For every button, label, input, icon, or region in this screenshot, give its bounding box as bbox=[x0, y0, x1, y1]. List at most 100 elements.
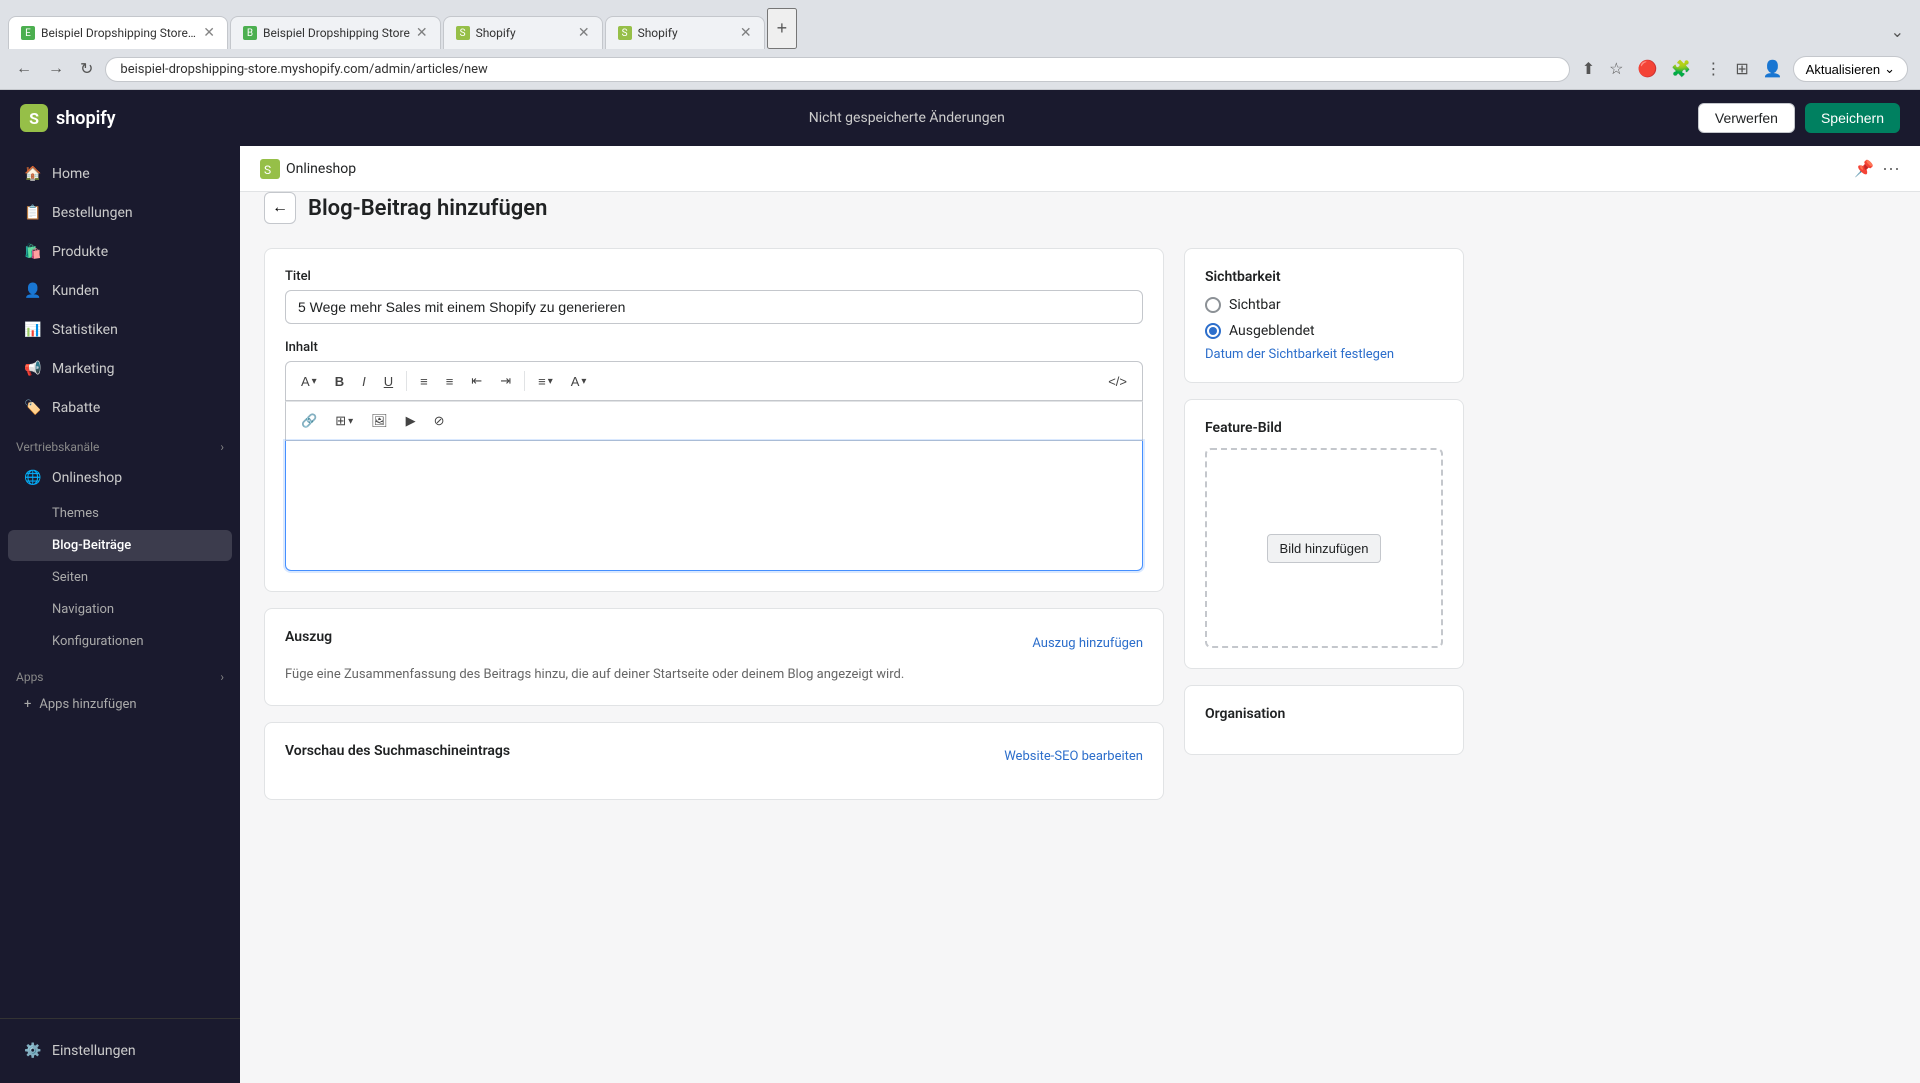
browser-tab-2[interactable]: B Beispiel Dropshipping Store ✕ bbox=[230, 16, 441, 49]
verwerfen-button[interactable]: Verwerfen bbox=[1698, 103, 1795, 133]
date-visibility-link[interactable]: Datum der Sichtbarkeit festlegen bbox=[1205, 347, 1443, 362]
sidebar-sub-themes[interactable]: Themes bbox=[8, 498, 232, 529]
sidebar-label-navigation: Navigation bbox=[52, 602, 114, 617]
sidebar-item-bestellungen[interactable]: 📋 Bestellungen bbox=[8, 194, 232, 232]
vertriebskanaele-section[interactable]: Vertriebskanäle › bbox=[0, 428, 240, 458]
title-input[interactable] bbox=[285, 290, 1143, 324]
profile-icon[interactable]: 👤 bbox=[1759, 55, 1787, 83]
toolbar-separator-2 bbox=[524, 371, 525, 391]
address-bar[interactable]: beispiel-dropshipping-store.myshopify.co… bbox=[105, 57, 1569, 82]
indent-left-button[interactable]: ⇤ bbox=[464, 368, 489, 394]
sidebar-sub-blog-beitraege[interactable]: Blog-Beiträge bbox=[8, 530, 232, 561]
bold-button[interactable]: B bbox=[328, 369, 351, 394]
tab-close-3[interactable]: ✕ bbox=[578, 25, 590, 41]
feature-bild-upload-area[interactable]: Bild hinzufügen bbox=[1205, 448, 1443, 648]
auszug-add-link[interactable]: Auszug hinzufügen bbox=[1032, 636, 1143, 651]
pin-button[interactable]: 📌 bbox=[1854, 159, 1874, 179]
embed-button[interactable]: ⊘ bbox=[427, 408, 452, 434]
plus-icon: + bbox=[24, 697, 31, 712]
tab-favicon-3: S bbox=[456, 26, 470, 40]
back-button[interactable]: ← bbox=[264, 192, 296, 224]
indent-right-button[interactable]: ⇥ bbox=[493, 368, 518, 394]
tab-title-4: Shopify bbox=[638, 26, 734, 40]
apps-section[interactable]: Apps › bbox=[0, 658, 240, 688]
radio-label-ausgeblendet: Ausgeblendet bbox=[1229, 323, 1315, 339]
sidebar-item-marketing[interactable]: 📢 Marketing bbox=[8, 350, 232, 388]
radio-ausgeblendet[interactable]: Ausgeblendet bbox=[1205, 323, 1443, 339]
list-unordered-button[interactable]: ≡ bbox=[413, 369, 435, 394]
image-button[interactable]: 🖼 bbox=[364, 408, 395, 434]
browser-tabs: E Beispiel Dropshipping Store · E... ✕ B… bbox=[0, 0, 1920, 49]
sidebar-item-rabatte[interactable]: 🏷️ Rabatte bbox=[8, 389, 232, 427]
italic-button[interactable]: I bbox=[355, 369, 373, 394]
bookmark-icon[interactable]: ☆ bbox=[1605, 55, 1627, 83]
sidebar-sub-navigation[interactable]: Navigation bbox=[8, 594, 232, 625]
seo-edit-link[interactable]: Website-SEO bearbeiten bbox=[1004, 749, 1143, 764]
apps-add-label: Apps hinzufügen bbox=[39, 697, 136, 712]
tab-title-1: Beispiel Dropshipping Store · E... bbox=[41, 26, 197, 40]
tab-favicon-1: E bbox=[21, 26, 35, 40]
source-code-button[interactable]: </> bbox=[1101, 369, 1134, 394]
reload-nav-button[interactable]: ↻ bbox=[76, 55, 97, 83]
new-tab-button[interactable]: + bbox=[767, 8, 798, 49]
browser-tab-3[interactable]: S Shopify ✕ bbox=[443, 16, 603, 49]
sidebar-sub-konfigurationen[interactable]: Konfigurationen bbox=[8, 626, 232, 657]
tab-favicon-2: B bbox=[243, 26, 257, 40]
sichtbarkeit-radio-group: Sichtbar Ausgeblendet bbox=[1205, 297, 1443, 339]
home-icon: 🏠 bbox=[24, 165, 42, 183]
editor-toolbar-row2: 🔗 ⊞ ▾ 🖼 ▶ ⊘ bbox=[285, 401, 1143, 441]
share-icon[interactable]: ⬆ bbox=[1578, 55, 1599, 83]
back-nav-button[interactable]: ← bbox=[12, 56, 36, 82]
tab-overflow-arrow[interactable]: ⌄ bbox=[1883, 14, 1912, 49]
tab-title-2: Beispiel Dropshipping Store bbox=[263, 26, 410, 40]
extension-icon[interactable]: 🔴 bbox=[1633, 55, 1661, 83]
sichtbarkeit-card: Sichtbarkeit Sichtbar Ausgeblendet bbox=[1184, 248, 1464, 383]
align-button[interactable]: ≡ ▾ bbox=[531, 369, 560, 394]
link-button[interactable]: 🔗 bbox=[294, 408, 324, 434]
puzzle-icon[interactable]: 🧩 bbox=[1667, 55, 1695, 83]
sidebar-item-statistiken[interactable]: 📊 Statistiken bbox=[8, 311, 232, 349]
browser-tab-4[interactable]: S Shopify ✕ bbox=[605, 16, 765, 49]
text-format-button[interactable]: A ▾ bbox=[294, 369, 324, 394]
marketing-icon: 📢 bbox=[24, 360, 42, 378]
sidebar-item-produkte[interactable]: 🛍️ Produkte bbox=[8, 233, 232, 271]
sichtbarkeit-title: Sichtbarkeit bbox=[1205, 269, 1443, 285]
sidebar-label-home: Home bbox=[52, 166, 90, 182]
text-color-button[interactable]: A ▾ bbox=[564, 369, 594, 394]
sidebar-sub-seiten[interactable]: Seiten bbox=[8, 562, 232, 593]
grid-icon[interactable]: ⊞ bbox=[1731, 55, 1752, 83]
apps-add-button[interactable]: + Apps hinzufügen bbox=[8, 689, 232, 720]
tab-close-2[interactable]: ✕ bbox=[416, 25, 428, 41]
title-card: Titel Inhalt A ▾ B I U ≡ ≡ bbox=[264, 248, 1164, 592]
feature-bild-add-button[interactable]: Bild hinzufügen bbox=[1267, 534, 1382, 563]
expand-icon: › bbox=[220, 440, 224, 454]
sidebar-item-home[interactable]: 🏠 Home bbox=[8, 155, 232, 193]
speichern-button[interactable]: Speichern bbox=[1805, 103, 1900, 133]
browser-tab-1[interactable]: E Beispiel Dropshipping Store · E... ✕ bbox=[8, 16, 228, 49]
underline-button[interactable]: U bbox=[377, 369, 400, 394]
update-button[interactable]: Aktualisieren ⌄ bbox=[1793, 56, 1908, 82]
radio-sichtbar[interactable]: Sichtbar bbox=[1205, 297, 1443, 313]
sidebar: 🏠 Home 📋 Bestellungen 🛍️ Produkte 👤 Kund… bbox=[0, 146, 240, 1083]
shopify-app: S shopify Nicht gespeicherte Änderungen … bbox=[0, 90, 1920, 1083]
forward-nav-button[interactable]: → bbox=[44, 56, 68, 82]
apps-label: Apps bbox=[16, 670, 44, 684]
tab-close-4[interactable]: ✕ bbox=[740, 25, 752, 41]
sidebar-item-einstellungen[interactable]: ⚙️ Einstellungen bbox=[8, 1032, 232, 1070]
feature-bild-title: Feature-Bild bbox=[1205, 420, 1443, 436]
table-button[interactable]: ⊞ ▾ bbox=[328, 408, 360, 434]
logo-text: shopify bbox=[56, 108, 116, 129]
tab-close-1[interactable]: ✕ bbox=[203, 25, 215, 41]
browser-actions: ⬆ ☆ 🔴 🧩 ⋮ ⊞ 👤 Aktualisieren ⌄ bbox=[1578, 55, 1908, 83]
sidebar-label-marketing: Marketing bbox=[52, 361, 115, 377]
shopify-logo: S shopify bbox=[20, 104, 116, 132]
sidebar-item-kunden[interactable]: 👤 Kunden bbox=[8, 272, 232, 310]
sidebar-item-onlineshop[interactable]: 🌐 Onlineshop bbox=[8, 459, 232, 497]
video-button[interactable]: ▶ bbox=[399, 408, 423, 434]
list-ordered-button[interactable]: ≡ bbox=[439, 369, 461, 394]
more-options-button[interactable]: ··· bbox=[1882, 158, 1900, 179]
editor-content-area[interactable] bbox=[285, 441, 1143, 571]
sidebar-label-themes: Themes bbox=[52, 506, 99, 521]
seo-title: Vorschau des Suchmaschineintrags bbox=[285, 743, 510, 759]
menu-icon[interactable]: ⋮ bbox=[1701, 55, 1725, 83]
